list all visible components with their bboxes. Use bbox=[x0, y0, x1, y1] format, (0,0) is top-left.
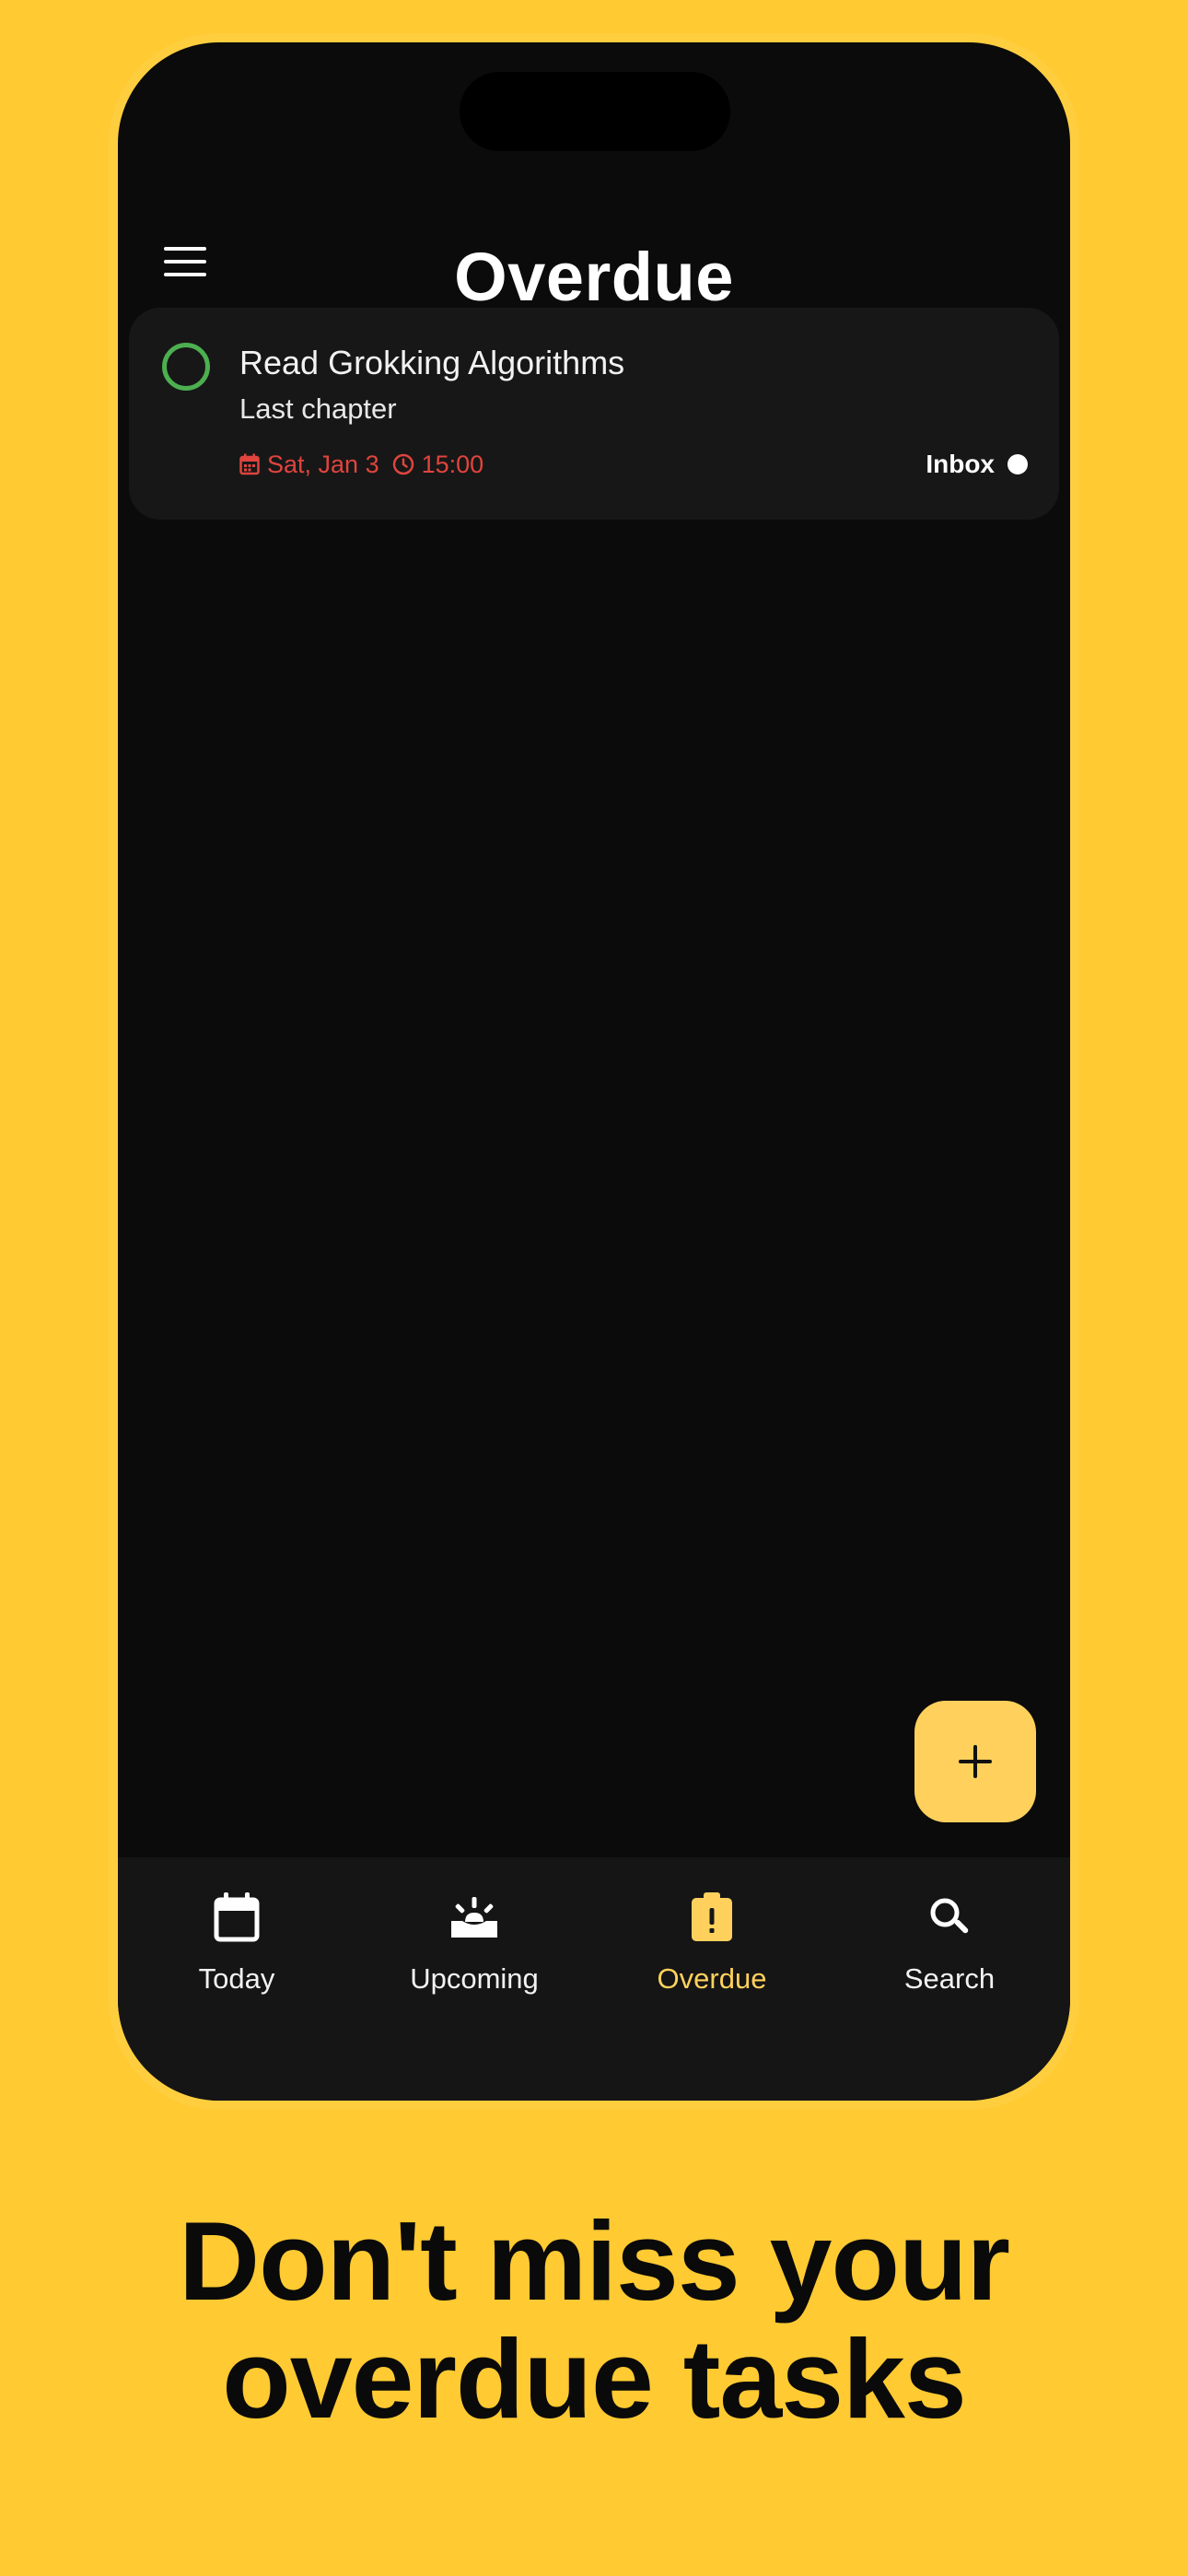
dynamic-island bbox=[460, 72, 730, 151]
nav-label-today: Today bbox=[198, 1962, 275, 1995]
project-color-dot bbox=[1007, 454, 1028, 474]
task-due-time: 15:00 bbox=[421, 451, 484, 478]
search-icon bbox=[930, 1898, 969, 1934]
nav-item-overdue[interactable]: Overdue bbox=[593, 1857, 831, 2023]
plus-icon bbox=[959, 1745, 992, 1778]
promo-headline: Don't miss your overdue tasks bbox=[0, 2202, 1188, 2438]
clock-icon bbox=[392, 453, 414, 475]
task-due: Sat, Jan 3 15:00 bbox=[239, 448, 483, 481]
bottom-navigation: Today Upcoming Overdue Search bbox=[118, 1857, 1070, 2101]
task-complete-checkbox[interactable] bbox=[162, 343, 210, 391]
task-card[interactable]: Read Grokking Algorithms Last chapter Sa… bbox=[129, 308, 1059, 520]
task-description: Last chapter bbox=[239, 392, 397, 425]
nav-label-overdue: Overdue bbox=[657, 1962, 767, 1995]
phone-frame: Overdue Read Grokking Algorithms Last ch… bbox=[118, 42, 1070, 2101]
nav-label-search: Search bbox=[903, 1962, 996, 1995]
nav-label-upcoming: Upcoming bbox=[410, 1962, 539, 1995]
add-task-button[interactable] bbox=[914, 1701, 1036, 1822]
nav-item-today[interactable]: Today bbox=[118, 1857, 355, 2023]
calendar-small-icon bbox=[239, 453, 260, 475]
nav-item-search[interactable]: Search bbox=[831, 1857, 1068, 2023]
calendar-icon bbox=[214, 1892, 260, 1942]
overdue-clipboard-icon bbox=[692, 1892, 732, 1941]
promo-headline-line-1: Don't miss your bbox=[178, 2198, 1010, 2324]
project-label: Inbox bbox=[926, 450, 995, 478]
upcoming-icon bbox=[451, 1897, 497, 1938]
nav-item-upcoming[interactable]: Upcoming bbox=[355, 1857, 593, 2023]
task-project[interactable]: Inbox bbox=[926, 448, 1028, 481]
task-due-date: Sat, Jan 3 bbox=[267, 451, 379, 478]
promo-headline-line-2: overdue tasks bbox=[222, 2316, 967, 2441]
task-title: Read Grokking Algorithms bbox=[239, 344, 625, 381]
